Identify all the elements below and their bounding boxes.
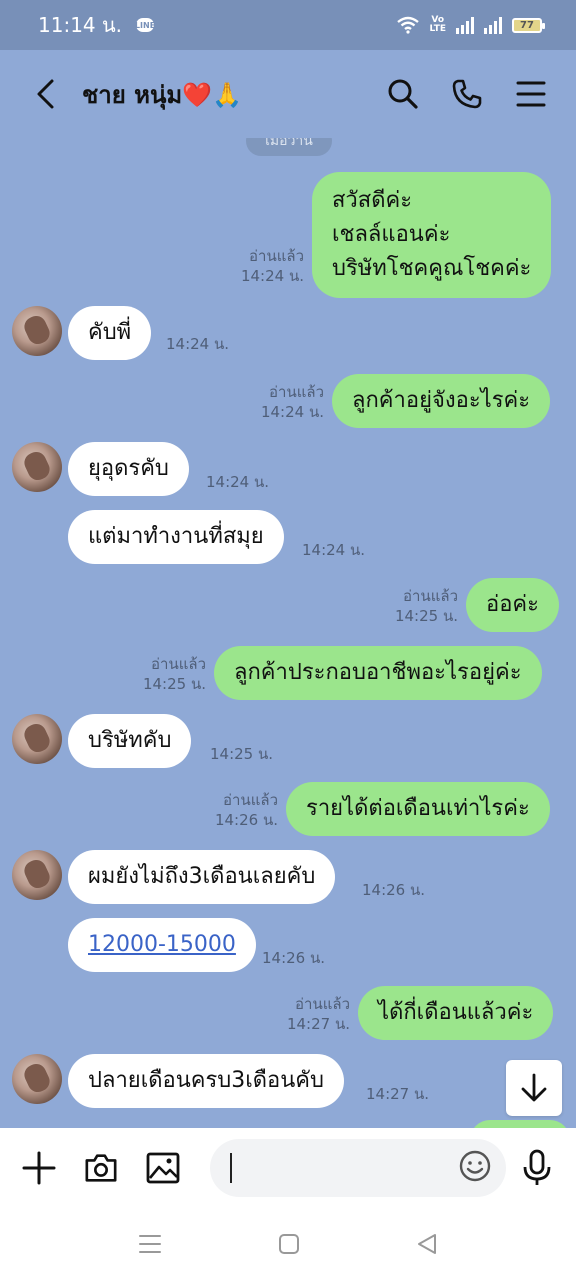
message-meta: อ่านแล้ว 14:24 น. — [236, 246, 304, 286]
read-receipt: อ่านแล้ว — [223, 791, 278, 809]
message-line: สวัสดีค่ะ — [332, 188, 413, 213]
message-bubble-out[interactable]: ได้กี่เดือนแล้วค่ะ — [358, 986, 554, 1040]
signal-icon-2 — [484, 16, 502, 34]
search-button[interactable] — [386, 77, 420, 111]
contact-name[interactable]: ชาย หนุ่ม❤️🙏 — [82, 75, 242, 114]
battery-level: 77 — [520, 19, 534, 31]
read-receipt: อ่านแล้ว — [269, 383, 324, 401]
home-icon[interactable] — [278, 1233, 300, 1255]
avatar[interactable] — [12, 442, 62, 492]
search-icon — [388, 79, 418, 109]
chat-header: ชาย หนุ่ม❤️🙏 — [0, 50, 576, 138]
message-meta: อ่านแล้ว 14:24 น. — [256, 382, 324, 422]
avatar[interactable] — [12, 306, 62, 356]
arrow-down-icon — [521, 1073, 547, 1102]
message-input[interactable] — [210, 1139, 506, 1197]
message-time: 14:26 น. — [362, 881, 426, 899]
text-caret — [230, 1153, 232, 1183]
scroll-to-bottom-button[interactable] — [506, 1060, 562, 1116]
plus-icon — [22, 1151, 56, 1185]
message-time: 14:26 น. — [262, 949, 326, 967]
message-bubble-in[interactable]: ปลายเดือนครบ3เดือนคับ — [68, 1054, 344, 1108]
back-triangle-icon[interactable] — [416, 1233, 438, 1255]
message-bubble-out[interactable]: สวัสดีค่ะ เชลล์แอนค่ะ บริษัทโชคคูณโชคค่ะ — [312, 172, 552, 298]
image-button[interactable] — [146, 1151, 180, 1185]
camera-button[interactable] — [84, 1151, 118, 1185]
message-bubble-out[interactable]: รายได้ต่อเดือนเท่าไรค่ะ — [286, 782, 550, 836]
status-time: 11:14 น. — [38, 13, 123, 37]
message-bubble-in[interactable]: ผมยังไม่ถึง3เดือนเลยคับ — [68, 850, 336, 904]
battery-icon: 77 — [512, 17, 545, 33]
image-icon — [146, 1152, 180, 1184]
read-receipt: อ่านแล้ว — [295, 995, 350, 1013]
emoji-icon — [459, 1150, 491, 1182]
phone-icon — [452, 79, 482, 109]
menu-icon — [516, 81, 546, 107]
microphone-icon — [523, 1149, 551, 1185]
voice-button[interactable] — [520, 1149, 554, 1185]
avatar[interactable] — [12, 714, 62, 764]
date-separator: เมื่อวาน — [246, 138, 332, 156]
signal-icon — [456, 16, 474, 34]
message-time: 14:24 น. — [240, 267, 304, 285]
message-time: 14:26 น. — [214, 811, 278, 829]
back-button[interactable] — [28, 77, 62, 111]
message-bubble-out[interactable]: ลูกค้าประกอบอาชีพอะไรอยู่ค่ะ — [214, 646, 542, 700]
message-link[interactable]: 12000-15000 — [68, 918, 256, 972]
plus-button[interactable] — [22, 1151, 56, 1185]
message-time: 14:24 น. — [260, 403, 324, 421]
message-time: 14:25 น. — [142, 675, 206, 693]
message-time: 14:24 น. — [302, 541, 366, 559]
message-bubble-in[interactable]: ยุอุดรคับ — [68, 442, 189, 496]
message-time: 14:27 น. — [286, 1015, 350, 1033]
message-time: 14:24 น. — [206, 473, 270, 491]
system-navigation-bar — [0, 1208, 576, 1280]
recent-apps-icon[interactable] — [138, 1233, 162, 1255]
message-bubble-out[interactable]: อ่อค่ะ — [466, 578, 559, 632]
message-time: 14:24 น. — [166, 335, 230, 353]
message-bubble-in[interactable]: บริษัทคับ — [68, 714, 192, 768]
menu-button[interactable] — [514, 77, 548, 111]
wifi-icon — [397, 16, 420, 34]
read-receipt: อ่านแล้ว — [249, 247, 304, 265]
message-bubble-in[interactable]: แต่มาทำงานที่สมุย — [68, 510, 284, 564]
volte-icon: Vo LTE — [429, 15, 446, 34]
message-time: 14:27 น. — [366, 1085, 430, 1103]
chevron-left-icon — [37, 79, 54, 109]
message-meta: อ่านแล้ว 14:25 น. — [138, 654, 206, 694]
message-meta: อ่านแล้ว 14:27 น. — [282, 994, 350, 1034]
message-meta: อ่านแล้ว 14:26 น. — [210, 790, 278, 830]
message-bubble-out-partial[interactable] — [470, 1120, 570, 1128]
message-time: 14:25 น. — [394, 607, 458, 625]
message-meta: อ่านแล้ว 14:25 น. — [390, 586, 458, 626]
read-receipt: อ่านแล้ว — [151, 655, 206, 673]
emoji-button[interactable] — [458, 1149, 492, 1187]
avatar[interactable] — [12, 850, 62, 900]
message-line: บริษัทโชคคูณโชคค่ะ — [332, 256, 532, 281]
message-bubble-out[interactable]: ลูกค้าอยู่จังอะไรค่ะ — [332, 374, 551, 428]
avatar[interactable] — [12, 1054, 62, 1104]
camera-icon — [85, 1154, 117, 1182]
message-time: 14:25 น. — [210, 745, 274, 763]
message-line: เชลล์แอนค่ะ — [332, 222, 451, 247]
call-button[interactable] — [450, 77, 484, 111]
read-receipt: อ่านแล้ว — [403, 587, 458, 605]
message-bubble-in[interactable]: คับพี่ — [68, 306, 152, 360]
message-composer — [0, 1128, 576, 1208]
status-bar: 11:14 น. LINE Vo LTE 77 — [0, 0, 576, 50]
chat-area[interactable]: เมื่อวาน สวัสดีค่ะ เชลล์แอนค่ะ บริษัทโชค… — [0, 138, 576, 1128]
line-notification-icon: LINE — [135, 18, 155, 32]
